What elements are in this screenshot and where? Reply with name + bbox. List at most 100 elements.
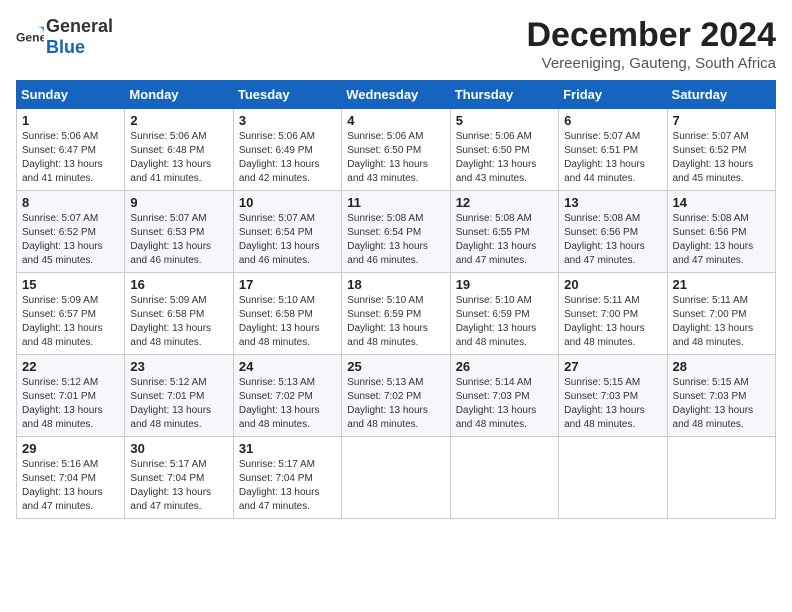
day-number: 17 xyxy=(239,277,336,292)
calendar-cell: 13 Sunrise: 5:08 AM Sunset: 6:56 PM Dayl… xyxy=(559,191,667,273)
calendar-cell: 7 Sunrise: 5:07 AM Sunset: 6:52 PM Dayli… xyxy=(667,109,775,191)
calendar-cell: 30 Sunrise: 5:17 AM Sunset: 7:04 PM Dayl… xyxy=(125,437,233,519)
calendar-header-row: SundayMondayTuesdayWednesdayThursdayFrid… xyxy=(17,81,776,109)
day-info: Sunrise: 5:07 AM Sunset: 6:54 PM Dayligh… xyxy=(239,212,336,268)
day-info: Sunrise: 5:10 AM Sunset: 6:59 PM Dayligh… xyxy=(347,294,444,350)
calendar-cell: 31 Sunrise: 5:17 AM Sunset: 7:04 PM Dayl… xyxy=(233,437,341,519)
day-number: 5 xyxy=(456,113,553,128)
day-info: Sunrise: 5:12 AM Sunset: 7:01 PM Dayligh… xyxy=(130,376,227,432)
calendar-cell: 24 Sunrise: 5:13 AM Sunset: 7:02 PM Dayl… xyxy=(233,355,341,437)
day-number: 4 xyxy=(347,113,444,128)
calendar-cell: 11 Sunrise: 5:08 AM Sunset: 6:54 PM Dayl… xyxy=(342,191,450,273)
day-info: Sunrise: 5:09 AM Sunset: 6:57 PM Dayligh… xyxy=(22,294,119,350)
page-header: General General Blue December 2024 Veree… xyxy=(16,16,776,72)
calendar-week-row: 22 Sunrise: 5:12 AM Sunset: 7:01 PM Dayl… xyxy=(17,355,776,437)
day-info: Sunrise: 5:07 AM Sunset: 6:51 PM Dayligh… xyxy=(564,130,661,186)
day-number: 28 xyxy=(673,359,770,374)
weekday-header-monday: Monday xyxy=(125,81,233,109)
day-info: Sunrise: 5:08 AM Sunset: 6:55 PM Dayligh… xyxy=(456,212,553,268)
calendar-cell: 25 Sunrise: 5:13 AM Sunset: 7:02 PM Dayl… xyxy=(342,355,450,437)
calendar-table: SundayMondayTuesdayWednesdayThursdayFrid… xyxy=(16,80,776,519)
weekday-header-tuesday: Tuesday xyxy=(233,81,341,109)
calendar-cell xyxy=(559,437,667,519)
day-info: Sunrise: 5:13 AM Sunset: 7:02 PM Dayligh… xyxy=(239,376,336,432)
day-number: 14 xyxy=(673,195,770,210)
calendar-cell: 12 Sunrise: 5:08 AM Sunset: 6:55 PM Dayl… xyxy=(450,191,558,273)
month-title: December 2024 xyxy=(526,16,776,55)
day-info: Sunrise: 5:11 AM Sunset: 7:00 PM Dayligh… xyxy=(673,294,770,350)
calendar-cell: 23 Sunrise: 5:12 AM Sunset: 7:01 PM Dayl… xyxy=(125,355,233,437)
day-number: 22 xyxy=(22,359,119,374)
calendar-cell: 29 Sunrise: 5:16 AM Sunset: 7:04 PM Dayl… xyxy=(17,437,125,519)
weekday-header-sunday: Sunday xyxy=(17,81,125,109)
calendar-cell: 22 Sunrise: 5:12 AM Sunset: 7:01 PM Dayl… xyxy=(17,355,125,437)
calendar-cell: 16 Sunrise: 5:09 AM Sunset: 6:58 PM Dayl… xyxy=(125,273,233,355)
weekday-header-wednesday: Wednesday xyxy=(342,81,450,109)
day-info: Sunrise: 5:06 AM Sunset: 6:47 PM Dayligh… xyxy=(22,130,119,186)
logo-icon: General xyxy=(16,23,44,51)
calendar-cell: 1 Sunrise: 5:06 AM Sunset: 6:47 PM Dayli… xyxy=(17,109,125,191)
day-info: Sunrise: 5:07 AM Sunset: 6:52 PM Dayligh… xyxy=(673,130,770,186)
day-info: Sunrise: 5:10 AM Sunset: 6:59 PM Dayligh… xyxy=(456,294,553,350)
calendar-cell: 8 Sunrise: 5:07 AM Sunset: 6:52 PM Dayli… xyxy=(17,191,125,273)
day-info: Sunrise: 5:16 AM Sunset: 7:04 PM Dayligh… xyxy=(22,458,119,514)
day-number: 16 xyxy=(130,277,227,292)
day-number: 12 xyxy=(456,195,553,210)
day-info: Sunrise: 5:08 AM Sunset: 6:54 PM Dayligh… xyxy=(347,212,444,268)
day-info: Sunrise: 5:13 AM Sunset: 7:02 PM Dayligh… xyxy=(347,376,444,432)
day-number: 15 xyxy=(22,277,119,292)
weekday-header-friday: Friday xyxy=(559,81,667,109)
day-number: 29 xyxy=(22,441,119,456)
calendar-cell: 6 Sunrise: 5:07 AM Sunset: 6:51 PM Dayli… xyxy=(559,109,667,191)
day-number: 6 xyxy=(564,113,661,128)
title-area: December 2024 Vereeniging, Gauteng, Sout… xyxy=(526,16,776,72)
day-info: Sunrise: 5:07 AM Sunset: 6:53 PM Dayligh… xyxy=(130,212,227,268)
calendar-body: 1 Sunrise: 5:06 AM Sunset: 6:47 PM Dayli… xyxy=(17,109,776,519)
day-number: 7 xyxy=(673,113,770,128)
day-number: 11 xyxy=(347,195,444,210)
calendar-cell: 27 Sunrise: 5:15 AM Sunset: 7:03 PM Dayl… xyxy=(559,355,667,437)
calendar-week-row: 8 Sunrise: 5:07 AM Sunset: 6:52 PM Dayli… xyxy=(17,191,776,273)
logo-general-text: General xyxy=(46,16,113,36)
day-info: Sunrise: 5:11 AM Sunset: 7:00 PM Dayligh… xyxy=(564,294,661,350)
logo: General General Blue xyxy=(16,16,113,58)
day-number: 1 xyxy=(22,113,119,128)
day-number: 20 xyxy=(564,277,661,292)
calendar-cell: 2 Sunrise: 5:06 AM Sunset: 6:48 PM Dayli… xyxy=(125,109,233,191)
day-number: 21 xyxy=(673,277,770,292)
day-info: Sunrise: 5:17 AM Sunset: 7:04 PM Dayligh… xyxy=(130,458,227,514)
calendar-cell: 3 Sunrise: 5:06 AM Sunset: 6:49 PM Dayli… xyxy=(233,109,341,191)
day-info: Sunrise: 5:09 AM Sunset: 6:58 PM Dayligh… xyxy=(130,294,227,350)
day-number: 19 xyxy=(456,277,553,292)
calendar-cell: 17 Sunrise: 5:10 AM Sunset: 6:58 PM Dayl… xyxy=(233,273,341,355)
calendar-cell: 4 Sunrise: 5:06 AM Sunset: 6:50 PM Dayli… xyxy=(342,109,450,191)
day-info: Sunrise: 5:06 AM Sunset: 6:49 PM Dayligh… xyxy=(239,130,336,186)
calendar-cell xyxy=(342,437,450,519)
location-subtitle: Vereeniging, Gauteng, South Africa xyxy=(526,55,776,72)
day-number: 26 xyxy=(456,359,553,374)
day-info: Sunrise: 5:15 AM Sunset: 7:03 PM Dayligh… xyxy=(673,376,770,432)
day-info: Sunrise: 5:06 AM Sunset: 6:50 PM Dayligh… xyxy=(456,130,553,186)
day-info: Sunrise: 5:07 AM Sunset: 6:52 PM Dayligh… xyxy=(22,212,119,268)
day-number: 8 xyxy=(22,195,119,210)
day-info: Sunrise: 5:14 AM Sunset: 7:03 PM Dayligh… xyxy=(456,376,553,432)
day-number: 23 xyxy=(130,359,227,374)
calendar-week-row: 15 Sunrise: 5:09 AM Sunset: 6:57 PM Dayl… xyxy=(17,273,776,355)
calendar-week-row: 29 Sunrise: 5:16 AM Sunset: 7:04 PM Dayl… xyxy=(17,437,776,519)
calendar-cell: 15 Sunrise: 5:09 AM Sunset: 6:57 PM Dayl… xyxy=(17,273,125,355)
day-number: 25 xyxy=(347,359,444,374)
day-info: Sunrise: 5:08 AM Sunset: 6:56 PM Dayligh… xyxy=(673,212,770,268)
day-number: 27 xyxy=(564,359,661,374)
calendar-cell: 21 Sunrise: 5:11 AM Sunset: 7:00 PM Dayl… xyxy=(667,273,775,355)
day-info: Sunrise: 5:06 AM Sunset: 6:48 PM Dayligh… xyxy=(130,130,227,186)
weekday-header-thursday: Thursday xyxy=(450,81,558,109)
day-number: 13 xyxy=(564,195,661,210)
calendar-cell xyxy=(450,437,558,519)
calendar-cell: 26 Sunrise: 5:14 AM Sunset: 7:03 PM Dayl… xyxy=(450,355,558,437)
svg-text:General: General xyxy=(16,31,44,45)
calendar-cell: 5 Sunrise: 5:06 AM Sunset: 6:50 PM Dayli… xyxy=(450,109,558,191)
calendar-cell xyxy=(667,437,775,519)
calendar-cell: 14 Sunrise: 5:08 AM Sunset: 6:56 PM Dayl… xyxy=(667,191,775,273)
calendar-cell: 9 Sunrise: 5:07 AM Sunset: 6:53 PM Dayli… xyxy=(125,191,233,273)
calendar-cell: 20 Sunrise: 5:11 AM Sunset: 7:00 PM Dayl… xyxy=(559,273,667,355)
